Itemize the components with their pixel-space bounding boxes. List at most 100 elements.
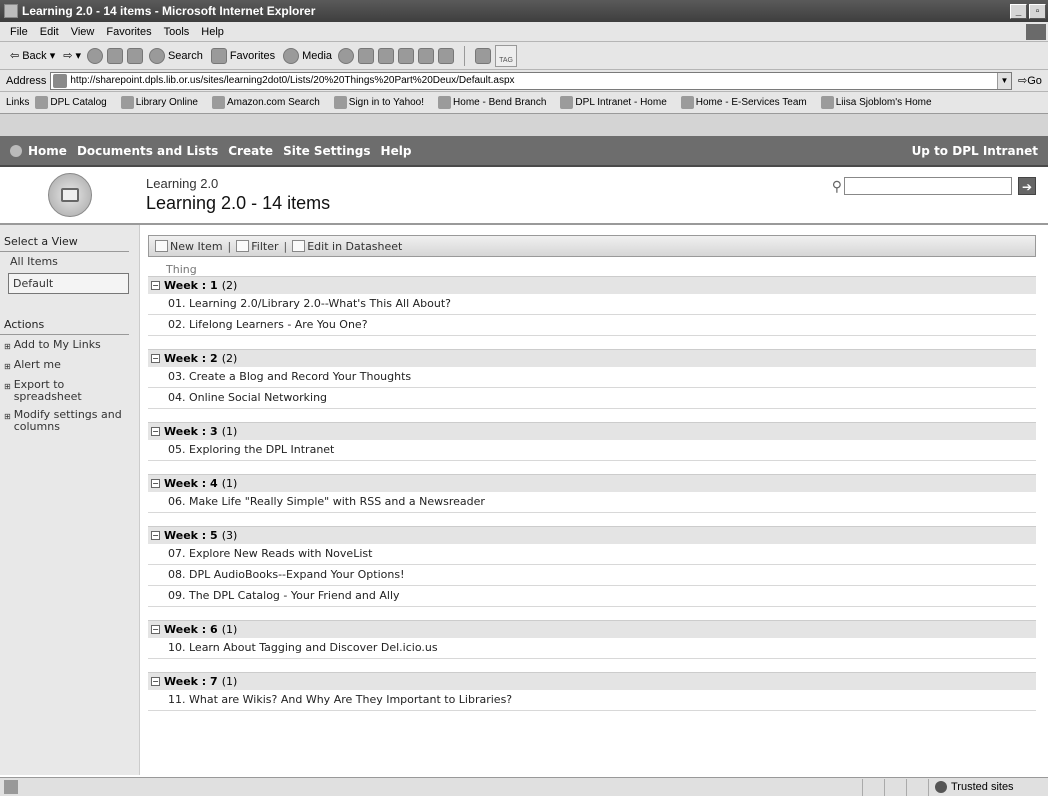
group-header[interactable]: − Week : 3 (1) xyxy=(148,422,1036,440)
group-header[interactable]: − Week : 4 (1) xyxy=(148,474,1036,492)
group-count: (1) xyxy=(221,623,238,636)
view-all-items[interactable]: All Items xyxy=(0,252,139,271)
list-main: New Item | Filter | Edit in Datasheet Th… xyxy=(140,225,1048,775)
action-export-spreadsheet[interactable]: ⊞ Export to spreadsheet xyxy=(0,375,139,405)
list-item[interactable]: 02. Lifelong Learners - Are You One? xyxy=(148,315,1036,336)
nav-up-to-intranet[interactable]: Up to DPL Intranet xyxy=(912,144,1038,158)
browser-toolbar: ⇦ Back ▾ ⇨ ▾ Search Favorites Media TAG xyxy=(0,42,1048,70)
edit-icon[interactable] xyxy=(398,47,415,64)
nav-create[interactable]: Create xyxy=(228,144,273,158)
group-header[interactable]: − Week : 7 (1) xyxy=(148,672,1036,690)
page-icon xyxy=(4,780,18,794)
view-default[interactable]: Default xyxy=(8,273,129,294)
history-icon[interactable] xyxy=(338,47,355,64)
sharepoint-icon xyxy=(10,144,22,157)
list-item[interactable]: 05. Exploring the DPL Intranet xyxy=(148,440,1036,461)
messenger-icon[interactable] xyxy=(438,47,455,64)
windows-flag-icon xyxy=(1026,23,1046,40)
favorites-button[interactable]: Favorites xyxy=(209,47,277,64)
collapse-icon[interactable]: − xyxy=(151,354,160,363)
page-icon xyxy=(120,96,134,109)
status-pane xyxy=(906,778,928,796)
list-item[interactable]: 10. Learn About Tagging and Discover Del… xyxy=(148,638,1036,659)
menu-tools[interactable]: Tools xyxy=(164,26,190,38)
group-header[interactable]: − Week : 5 (3) xyxy=(148,526,1036,544)
tag-icon[interactable]: TAG xyxy=(495,44,518,67)
group-header[interactable]: − Week : 6 (1) xyxy=(148,620,1036,638)
stop-icon[interactable] xyxy=(86,47,103,64)
edit-datasheet-button[interactable]: Edit in Datasheet xyxy=(292,240,402,253)
discuss-icon[interactable] xyxy=(418,47,435,64)
group-count: (1) xyxy=(221,477,238,490)
address-dropdown-icon[interactable]: ▼ xyxy=(997,72,1011,89)
list-item[interactable]: 11. What are Wikis? And Why Are They Imp… xyxy=(148,690,1036,711)
link-label: DPL Intranet - Home xyxy=(575,97,667,108)
list-item[interactable]: 03. Create a Blog and Record Your Though… xyxy=(148,367,1036,388)
search-input[interactable] xyxy=(844,177,1012,195)
link-amazon-search[interactable]: Amazon.com Search xyxy=(211,96,320,109)
windows-icon[interactable] xyxy=(475,47,492,64)
link-liisa-home[interactable]: Liisa Sjoblom's Home xyxy=(820,96,932,109)
back-button[interactable]: ⇦ Back ▾ xyxy=(8,49,57,63)
security-zone[interactable]: Trusted sites xyxy=(928,778,1048,796)
filter-button[interactable]: Filter xyxy=(236,240,279,253)
menu-view[interactable]: View xyxy=(71,26,95,38)
column-header-thing[interactable]: Thing xyxy=(148,257,1036,276)
link-library-online[interactable]: Library Online xyxy=(120,96,198,109)
site-name[interactable]: Learning 2.0 xyxy=(146,176,832,191)
list-item[interactable]: 07. Explore New Reads with NoveList xyxy=(148,544,1036,565)
print-icon[interactable] xyxy=(378,47,395,64)
link-bend-branch[interactable]: Home - Bend Branch xyxy=(438,96,546,109)
menu-help[interactable]: Help xyxy=(201,26,224,38)
list-item[interactable]: 06. Make Life "Really Simple" with RSS a… xyxy=(148,492,1036,513)
home-icon[interactable] xyxy=(126,47,143,64)
nav-documents-lists[interactable]: Documents and Lists xyxy=(77,144,218,158)
collapse-icon[interactable]: − xyxy=(151,479,160,488)
link-eservices-team[interactable]: Home - E-Services Team xyxy=(680,96,807,109)
link-dpl-catalog[interactable]: DPL Catalog xyxy=(35,96,107,109)
group-label: Week : 5 xyxy=(164,529,218,542)
media-button[interactable]: Media xyxy=(281,47,334,64)
menu-favorites[interactable]: Favorites xyxy=(106,26,151,38)
menu-edit[interactable]: Edit xyxy=(40,26,59,38)
chevron-down-icon: ▾ xyxy=(75,50,81,62)
page-icon xyxy=(333,96,347,109)
group-header[interactable]: − Week : 1 (2) xyxy=(148,276,1036,294)
link-dpl-intranet[interactable]: DPL Intranet - Home xyxy=(560,96,667,109)
list-item[interactable]: 04. Online Social Networking xyxy=(148,388,1036,409)
search-button[interactable]: Search xyxy=(147,47,205,64)
maximize-button[interactable]: ▫ xyxy=(1029,3,1046,19)
link-label: DPL Catalog xyxy=(50,97,107,108)
list-item[interactable]: 01. Learning 2.0/Library 2.0--What's Thi… xyxy=(148,294,1036,315)
collapse-icon[interactable]: − xyxy=(151,531,160,540)
nav-help[interactable]: Help xyxy=(381,144,412,158)
action-add-to-my-links[interactable]: ⊞ Add to My Links xyxy=(0,335,139,355)
group-week-7: − Week : 7 (1) 11. What are Wikis? And Why… xyxy=(148,672,1036,711)
favorites-label: Favorites xyxy=(229,49,276,62)
collapse-icon[interactable]: − xyxy=(151,625,160,634)
action-alert-me[interactable]: ⊞ Alert me xyxy=(0,355,139,375)
address-input[interactable]: http://sharepoint.dpls.lib.or.us/sites/l… xyxy=(50,71,1012,90)
group-header[interactable]: − Week : 2 (2) xyxy=(148,349,1036,367)
menu-file[interactable]: File xyxy=(10,26,28,38)
forward-arrow-icon: ⇨ xyxy=(63,50,73,62)
minimize-button[interactable]: _ xyxy=(1010,3,1027,19)
collapse-icon[interactable]: − xyxy=(151,427,160,436)
group-count: (3) xyxy=(221,529,238,542)
collapse-icon[interactable]: − xyxy=(151,677,160,686)
new-item-button[interactable]: New Item xyxy=(155,240,223,253)
list-item[interactable]: 08. DPL AudioBooks--Expand Your Options! xyxy=(148,565,1036,586)
nav-site-settings[interactable]: Site Settings xyxy=(283,144,370,158)
forward-button[interactable]: ⇨ ▾ xyxy=(61,49,83,62)
mail-icon[interactable] xyxy=(358,47,375,64)
collapse-icon[interactable]: − xyxy=(151,281,160,290)
action-modify-settings[interactable]: ⊞ Modify settings and columns xyxy=(0,405,139,435)
nav-home[interactable]: Home xyxy=(28,144,67,158)
go-button[interactable]: ⇨Go xyxy=(1018,74,1048,87)
refresh-icon[interactable] xyxy=(106,47,123,64)
list-item[interactable]: 09. The DPL Catalog - Your Friend and Al… xyxy=(148,586,1036,607)
link-yahoo-signin[interactable]: Sign in to Yahoo! xyxy=(333,96,424,109)
search-go-button[interactable]: ➔ xyxy=(1018,177,1036,195)
go-label: Go xyxy=(1027,75,1042,87)
page-icon xyxy=(560,96,574,109)
